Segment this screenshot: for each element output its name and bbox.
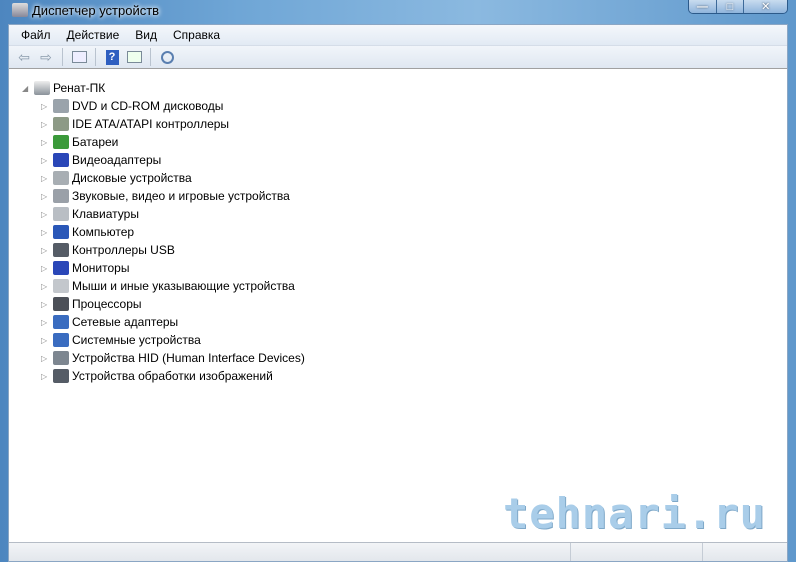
expand-arrow-icon[interactable]: ▷ bbox=[41, 372, 51, 381]
tree-item-label: Видеоадаптеры bbox=[72, 153, 162, 167]
close-button[interactable]: ✕ bbox=[743, 0, 787, 13]
status-pane bbox=[9, 543, 571, 561]
device-category-icon bbox=[53, 351, 69, 365]
computer-icon bbox=[34, 81, 50, 95]
device-category-icon bbox=[53, 117, 69, 131]
expand-arrow-icon[interactable]: ▷ bbox=[41, 156, 51, 165]
expand-arrow-icon[interactable]: ▷ bbox=[41, 300, 51, 309]
show-hide-console-tree-icon[interactable] bbox=[70, 48, 88, 66]
window-controls: — □ ✕ bbox=[688, 0, 788, 14]
tree-item[interactable]: ▷ Процессоры bbox=[41, 295, 142, 313]
tree-item[interactable]: ▷ Системные устройства bbox=[41, 331, 201, 349]
device-category-icon bbox=[53, 189, 69, 203]
toolbar: ⇦ ⇨ ? bbox=[9, 46, 787, 69]
expand-arrow-icon[interactable]: ▷ bbox=[41, 192, 51, 201]
back-icon[interactable]: ⇦ bbox=[15, 48, 33, 66]
tree-item-label: Системные устройства bbox=[72, 333, 201, 347]
expand-arrow-icon[interactable]: ▷ bbox=[41, 246, 51, 255]
device-category-icon bbox=[53, 279, 69, 293]
tree-item[interactable]: ▷ Видеоадаптеры bbox=[41, 151, 161, 169]
toolbar-separator bbox=[62, 48, 63, 66]
minimize-button[interactable]: — bbox=[689, 0, 716, 13]
toolbar-separator bbox=[95, 48, 96, 66]
tree-item-label: Мониторы bbox=[72, 261, 130, 275]
tree-item[interactable]: ▷ Мыши и иные указывающие устройства bbox=[41, 277, 295, 295]
tree-item[interactable]: ▷ DVD и CD-ROM дисководы bbox=[41, 97, 223, 115]
scan-hardware-icon[interactable] bbox=[158, 48, 176, 66]
tree-root[interactable]: ◢ Ренат-ПК bbox=[22, 79, 105, 97]
tree-item[interactable]: ▷ Устройства HID (Human Interface Devices… bbox=[41, 349, 305, 367]
expand-arrow-icon[interactable]: ▷ bbox=[41, 174, 51, 183]
tree-item-label: Процессоры bbox=[72, 297, 142, 311]
expand-arrow-icon[interactable]: ▷ bbox=[41, 318, 51, 327]
status-pane bbox=[703, 543, 787, 561]
watermark: tehnari.ru bbox=[503, 489, 766, 538]
tree-item-label: Контроллеры USB bbox=[72, 243, 175, 257]
device-category-icon bbox=[53, 333, 69, 347]
expand-arrow-icon[interactable]: ▷ bbox=[41, 120, 51, 129]
menu-action[interactable]: Действие bbox=[59, 28, 128, 42]
tree-item-label: Сетевые адаптеры bbox=[72, 315, 179, 329]
tree-item-label: Клавиатуры bbox=[72, 207, 139, 221]
toolbar-separator bbox=[150, 48, 151, 66]
expand-arrow-icon[interactable]: ▷ bbox=[41, 264, 51, 273]
device-category-icon bbox=[53, 171, 69, 185]
help-icon[interactable]: ? bbox=[103, 48, 121, 66]
client-area: Файл Действие Вид Справка ⇦ ⇨ ? ◢ Ренат-… bbox=[8, 24, 788, 562]
device-category-icon bbox=[53, 135, 69, 149]
tree-item[interactable]: ▷ Клавиатуры bbox=[41, 205, 139, 223]
tree-item-label: Дисковые устройства bbox=[72, 171, 192, 185]
tree-item[interactable]: ▷ IDE ATA/ATAPI контроллеры bbox=[41, 115, 229, 133]
tree-item[interactable]: ▷ Батареи bbox=[41, 133, 118, 151]
menu-file[interactable]: Файл bbox=[13, 28, 59, 42]
status-pane bbox=[571, 543, 703, 561]
tree-item-label: Звуковые, видео и игровые устройства bbox=[72, 189, 290, 203]
device-category-icon bbox=[53, 225, 69, 239]
expand-arrow-icon[interactable]: ▷ bbox=[41, 138, 51, 147]
menu-bar: Файл Действие Вид Справка bbox=[9, 25, 787, 46]
collapse-arrow-icon[interactable]: ◢ bbox=[22, 84, 32, 93]
tree-item-label: DVD и CD-ROM дисководы bbox=[72, 99, 224, 113]
status-bar bbox=[9, 542, 787, 561]
tree-item-label: Батареи bbox=[72, 135, 119, 149]
action-pane-icon[interactable] bbox=[125, 48, 143, 66]
device-tree: ◢ Ренат-ПК ▷ DVD и CD-ROM дисководы ▷ IDE A… bbox=[9, 71, 787, 543]
device-category-icon bbox=[53, 297, 69, 311]
expand-arrow-icon[interactable]: ▷ bbox=[41, 282, 51, 291]
expand-arrow-icon[interactable]: ▷ bbox=[41, 336, 51, 345]
expand-arrow-icon[interactable]: ▷ bbox=[41, 228, 51, 237]
expand-arrow-icon[interactable]: ▷ bbox=[41, 102, 51, 111]
tree-item[interactable]: ▷ Мониторы bbox=[41, 259, 129, 277]
maximize-button[interactable]: □ bbox=[715, 0, 744, 13]
tree-item-label: Устройства HID (Human Interface Devices) bbox=[72, 351, 305, 365]
window-title: Диспетчер устройств bbox=[32, 3, 160, 18]
menu-help[interactable]: Справка bbox=[165, 28, 228, 42]
tree-root-label: Ренат-ПК bbox=[53, 81, 106, 95]
forward-icon[interactable]: ⇨ bbox=[37, 48, 55, 66]
menu-view[interactable]: Вид bbox=[127, 28, 165, 42]
tree-item-label: IDE ATA/ATAPI контроллеры bbox=[72, 117, 230, 131]
tree-item-label: Компьютер bbox=[72, 225, 135, 239]
device-category-icon bbox=[53, 369, 69, 383]
device-category-icon bbox=[53, 99, 69, 113]
device-category-icon bbox=[53, 261, 69, 275]
tree-item[interactable]: ▷ Дисковые устройства bbox=[41, 169, 192, 187]
expand-arrow-icon[interactable]: ▷ bbox=[41, 210, 51, 219]
expand-arrow-icon[interactable]: ▷ bbox=[41, 354, 51, 363]
tree-item[interactable]: ▷ Контроллеры USB bbox=[41, 241, 175, 259]
tree-item[interactable]: ▷ Сетевые адаптеры bbox=[41, 313, 178, 331]
tree-item[interactable]: ▷ Компьютер bbox=[41, 223, 134, 241]
device-category-icon bbox=[53, 243, 69, 257]
device-manager-icon bbox=[12, 3, 28, 17]
tree-item[interactable]: ▷ Звуковые, видео и игровые устройства bbox=[41, 187, 290, 205]
device-category-icon bbox=[53, 153, 69, 167]
tree-item-label: Мыши и иные указывающие устройства bbox=[72, 279, 295, 293]
tree-item-label: Устройства обработки изображений bbox=[72, 369, 273, 383]
tree-item[interactable]: ▷ Устройства обработки изображений bbox=[41, 367, 273, 385]
device-category-icon bbox=[53, 207, 69, 221]
device-category-icon bbox=[53, 315, 69, 329]
